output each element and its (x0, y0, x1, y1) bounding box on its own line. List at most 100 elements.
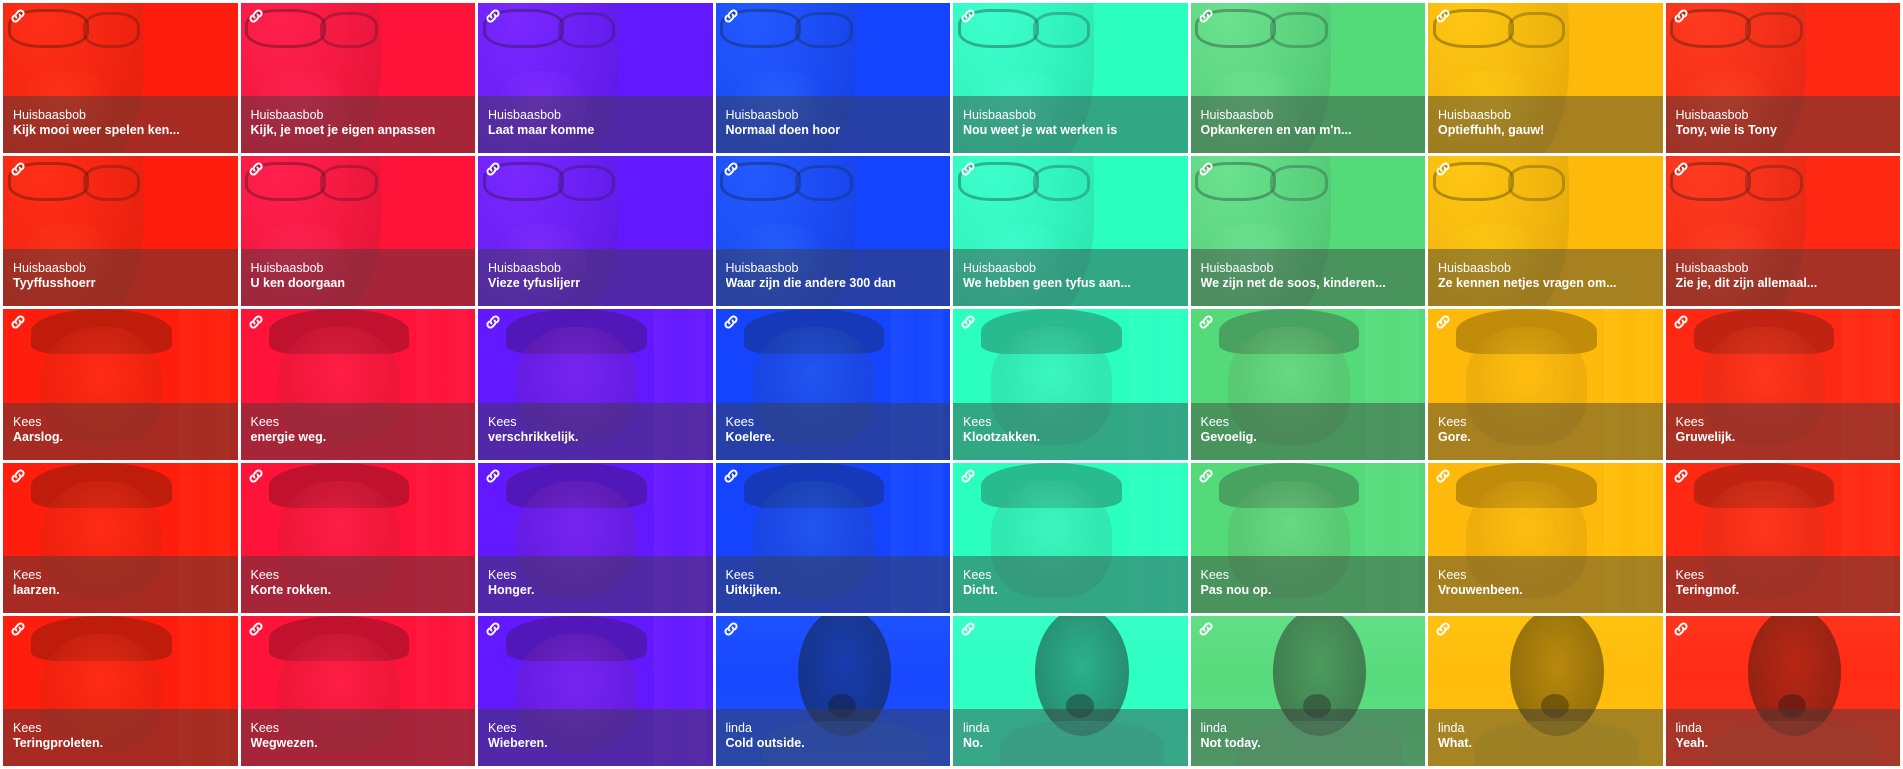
sound-tile-20[interactable]: Kees Koelere. (715, 309, 950, 460)
tile-caption: linda Yeah. (1665, 708, 1900, 766)
link-icon[interactable] (1434, 620, 1452, 638)
sound-tile-8[interactable]: Huisbaasbob Tony, wie is Tony (1665, 3, 1900, 154)
link-icon[interactable] (484, 620, 502, 638)
link-icon[interactable] (959, 313, 977, 331)
speaker-name: Kees (250, 567, 280, 582)
sound-tile-38[interactable]: linda Not today. (1190, 615, 1425, 766)
quote-text: Pas nou op. (1200, 582, 1272, 597)
sound-tile-23[interactable]: Kees Gore. (1428, 309, 1663, 460)
sound-tile-21[interactable]: Kees Klootzakken. (953, 309, 1188, 460)
sound-tile-3[interactable]: Huisbaasbob Laat maar komme (478, 3, 713, 154)
link-icon[interactable] (1197, 620, 1215, 638)
sound-tile-25[interactable]: Kees laarzen. (3, 462, 238, 613)
link-icon[interactable] (1434, 160, 1452, 178)
link-icon[interactable] (247, 7, 265, 25)
sound-tile-4[interactable]: Huisbaasbob Normaal doen hoor (715, 3, 950, 154)
sound-tile-24[interactable]: Kees Gruwelijk. (1665, 309, 1900, 460)
speaker-name: Kees (488, 414, 517, 429)
sound-tile-31[interactable]: Kees Vrouwenbeen. (1428, 462, 1663, 613)
link-icon[interactable] (9, 620, 27, 638)
sound-tile-7[interactable]: Huisbaasbob Optieffuhh, gauw! (1428, 3, 1663, 154)
speaker-name: Huisbaasbob (1200, 261, 1274, 276)
tile-caption: Kees Klootzakken. (953, 402, 1188, 460)
sound-tile-32[interactable]: Kees Teringmof. (1665, 462, 1900, 613)
link-icon[interactable] (9, 7, 27, 25)
sound-tile-19[interactable]: Kees verschrikkelijk. (478, 309, 713, 460)
speaker-name: Huisbaasbob (488, 261, 561, 276)
sound-tile-22[interactable]: Kees Gevoelig. (1190, 309, 1425, 460)
sound-tile-13[interactable]: Huisbaasbob We hebben geen tyfus aan... (953, 156, 1188, 307)
link-icon[interactable] (1197, 467, 1215, 485)
speaker-name: Kees (250, 414, 280, 429)
link-icon[interactable] (247, 160, 265, 178)
link-icon[interactable] (9, 160, 27, 178)
sound-tile-12[interactable]: Huisbaasbob Waar zijn die andere 300 dan (715, 156, 950, 307)
quote-text: Gruwelijk. (1675, 429, 1736, 444)
quote-text: Opkankeren en van m'n... (1200, 123, 1352, 138)
sound-tile-6[interactable]: Huisbaasbob Opkankeren en van m'n... (1190, 3, 1425, 154)
link-icon[interactable] (959, 467, 977, 485)
speaker-name: Kees (963, 567, 992, 582)
link-icon[interactable] (1434, 467, 1452, 485)
tile-caption: Huisbaasbob Nou weet je wat werken is (953, 96, 1188, 154)
sound-tile-29[interactable]: Kees Dicht. (953, 462, 1188, 613)
sound-tile-30[interactable]: Kees Pas nou op. (1190, 462, 1425, 613)
link-icon[interactable] (484, 467, 502, 485)
sound-tile-18[interactable]: Kees energie weg. (240, 309, 475, 460)
sound-tile-35[interactable]: Kees Wieberen. (478, 615, 713, 766)
sound-tile-33[interactable]: Kees Teringproleten. (3, 615, 238, 766)
sound-tile-40[interactable]: linda Yeah. (1665, 615, 1900, 766)
sound-tile-26[interactable]: Kees Korte rokken. (240, 462, 475, 613)
link-icon[interactable] (247, 620, 265, 638)
link-icon[interactable] (1672, 313, 1690, 331)
link-icon[interactable] (722, 7, 740, 25)
link-icon[interactable] (247, 467, 265, 485)
quote-text: Gore. (1438, 429, 1471, 444)
speaker-name: Huisbaasbob (1438, 108, 1511, 123)
sound-tile-27[interactable]: Kees Honger. (478, 462, 713, 613)
link-icon[interactable] (1672, 620, 1690, 638)
quote-text: Laat maar komme (488, 123, 595, 138)
sound-tile-15[interactable]: Huisbaasbob Ze kennen netjes vragen om..… (1428, 156, 1663, 307)
link-icon[interactable] (9, 313, 27, 331)
link-icon[interactable] (484, 313, 502, 331)
sound-tile-1[interactable]: Huisbaasbob Kijk mooi weer spelen ken... (3, 3, 238, 154)
sound-tile-14[interactable]: Huisbaasbob We zijn net de soos, kindere… (1190, 156, 1425, 307)
sound-tile-37[interactable]: linda No. (953, 615, 1188, 766)
sound-tile-39[interactable]: linda What. (1428, 615, 1663, 766)
sound-tile-17[interactable]: Kees Aarslog. (3, 309, 238, 460)
link-icon[interactable] (9, 467, 27, 485)
link-icon[interactable] (1197, 160, 1215, 178)
link-icon[interactable] (1434, 7, 1452, 25)
link-icon[interactable] (1197, 7, 1215, 25)
link-icon[interactable] (959, 160, 977, 178)
link-icon[interactable] (959, 7, 977, 25)
link-icon[interactable] (484, 160, 502, 178)
sound-tile-28[interactable]: Kees Uitkijken. (715, 462, 950, 613)
sound-tile-9[interactable]: Huisbaasbob Tyyffusshoerr (3, 156, 238, 307)
link-icon[interactable] (1672, 467, 1690, 485)
sound-tile-34[interactable]: Kees Wegwezen. (240, 615, 475, 766)
sound-tile-10[interactable]: Huisbaasbob U ken doorgaan (240, 156, 475, 307)
link-icon[interactable] (722, 620, 740, 638)
link-icon[interactable] (1672, 7, 1690, 25)
speaker-name: Kees (1200, 567, 1230, 582)
sound-tile-2[interactable]: Huisbaasbob Kijk, je moet je eigen anpas… (240, 3, 475, 154)
link-icon[interactable] (1672, 160, 1690, 178)
link-icon[interactable] (484, 7, 502, 25)
link-icon[interactable] (959, 620, 977, 638)
tile-caption: Huisbaasbob U ken doorgaan (240, 249, 475, 307)
link-icon[interactable] (722, 160, 740, 178)
quote-text: Ze kennen netjes vragen om... (1438, 276, 1617, 291)
sound-tile-36[interactable]: linda Cold outside. (715, 615, 950, 766)
tile-caption: Kees Vrouwenbeen. (1428, 555, 1663, 613)
sound-tile-5[interactable]: Huisbaasbob Nou weet je wat werken is (953, 3, 1188, 154)
speaker-name: Huisbaasbob (250, 261, 324, 276)
link-icon[interactable] (1434, 313, 1452, 331)
sound-tile-16[interactable]: Huisbaasbob Zie je, dit zijn allemaal... (1665, 156, 1900, 307)
sound-tile-11[interactable]: Huisbaasbob Vieze tyfuslijerr (478, 156, 713, 307)
link-icon[interactable] (722, 313, 740, 331)
link-icon[interactable] (722, 467, 740, 485)
link-icon[interactable] (247, 313, 265, 331)
link-icon[interactable] (1197, 313, 1215, 331)
